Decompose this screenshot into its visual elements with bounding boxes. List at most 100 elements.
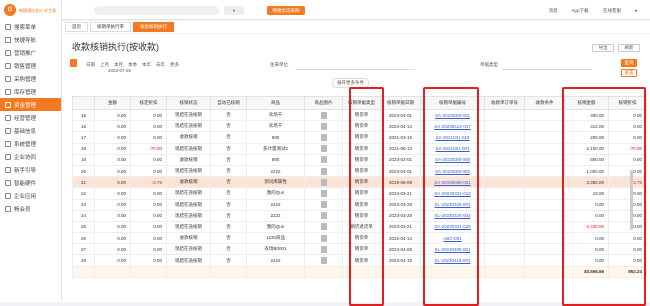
column-header[interactable]: 商品图片 xyxy=(304,96,343,110)
cell-img xyxy=(304,243,343,256)
cell-date: 2023-04-18 xyxy=(380,254,421,267)
cell-no: 27 xyxy=(72,243,95,256)
cell-status: 收款核销 xyxy=(166,131,211,144)
sidebar-item[interactable]: 销售管理 xyxy=(0,59,61,72)
cell-status: 收款核销 xyxy=(166,153,211,166)
sidebar-item[interactable]: 搜索菜单 xyxy=(0,20,61,33)
cell-img xyxy=(304,198,343,211)
message-link[interactable]: 消息 xyxy=(542,6,564,15)
cell-auto: 否 xyxy=(210,198,247,211)
cell-no: 24 xyxy=(72,209,95,222)
customer-input[interactable] xyxy=(295,69,415,70)
column-header[interactable]: 自动已核销 xyxy=(210,96,247,110)
product-thumbnail-icon[interactable] xyxy=(320,257,327,265)
cell-date: 2023-03-01 xyxy=(380,153,421,166)
cell-cond xyxy=(524,232,565,245)
cell-product: 1230商品 xyxy=(246,232,305,245)
cell-img xyxy=(304,254,343,267)
product-thumbnail-icon[interactable] xyxy=(320,145,327,153)
column-header[interactable]: 核定折扣 xyxy=(130,96,167,110)
sidebar-item[interactable]: 企业应用 xyxy=(0,189,61,202)
product-thumbnail-icon[interactable] xyxy=(320,122,327,130)
cell-date: 2021-03-19 xyxy=(380,131,421,144)
product-thumbnail-icon[interactable] xyxy=(320,201,327,209)
product-thumbnail-icon[interactable] xyxy=(320,156,327,164)
sidebar-item[interactable]: 智能硬件 xyxy=(0,176,61,189)
sidebar-item-label: 营销推广 xyxy=(14,50,37,57)
export-button[interactable]: 导出 xyxy=(592,44,614,52)
cell-img xyxy=(304,164,343,178)
cell-disc: 0.00 xyxy=(130,120,167,133)
product-thumbnail-icon[interactable] xyxy=(320,234,327,242)
column-header[interactable]: 收款条件 xyxy=(524,96,565,110)
product-thumbnail-icon[interactable] xyxy=(320,189,327,197)
tab-home[interactable]: 首页 xyxy=(65,22,88,32)
sidebar-item[interactable]: 资金管理 xyxy=(0,98,61,111)
cell-product: 农场B0001 xyxy=(246,243,305,256)
column-header[interactable]: 核销单据日期 xyxy=(380,96,421,110)
collapse-filter-icon[interactable]: › xyxy=(70,59,77,67)
column-header[interactable]: 商品 xyxy=(246,96,305,110)
sidebar-item-label: 智能硬件 xyxy=(14,180,37,187)
user-avatar-icon[interactable]: ● xyxy=(630,6,642,15)
tab-receipt-writeoff[interactable]: 收款核销执行 xyxy=(133,22,174,32)
cell-no: 26 xyxy=(72,232,95,245)
total-cell xyxy=(524,265,565,278)
cell-auto: 否 xyxy=(210,131,247,144)
cell-auto: 否 xyxy=(210,232,247,245)
cell-amount: 0.00 xyxy=(94,131,131,144)
total-cell xyxy=(72,265,95,278)
menu-icon xyxy=(5,192,11,199)
date-option[interactable]: 本年 xyxy=(142,62,151,68)
refresh-button[interactable]: 刷新 xyxy=(618,44,640,52)
product-thumbnail-icon[interactable] xyxy=(320,212,327,220)
cell-amount: 0.00 xyxy=(94,232,131,245)
cell-order xyxy=(484,142,525,155)
column-header[interactable]: 金额 xyxy=(94,96,131,110)
sidebar-item[interactable]: 新手引导 xyxy=(0,163,61,176)
sidebar-item[interactable]: 库存管理 xyxy=(0,85,61,98)
doc-type-label: 单据类型 xyxy=(480,62,498,67)
reset-button[interactable]: 重置 xyxy=(621,69,637,77)
cell-date: 2022-04-14 xyxy=(380,232,421,245)
user-switch-button[interactable]: ▾ xyxy=(224,6,244,15)
menu-icon xyxy=(5,153,11,160)
product-thumbnail-icon[interactable] xyxy=(320,223,327,231)
sidebar-item[interactable]: 经营管理 xyxy=(0,111,61,124)
date-value[interactable]: 2023-07-26 xyxy=(108,68,131,73)
cell-img xyxy=(304,209,343,222)
sidebar-item[interactable]: 畅会员 xyxy=(0,202,61,215)
product-thumbnail-icon[interactable] xyxy=(320,133,327,141)
doc-type-select[interactable] xyxy=(502,69,592,70)
sidebar-item[interactable]: 基础信息 xyxy=(0,124,61,137)
column-header[interactable]: 核销状态 xyxy=(166,96,211,110)
date-option[interactable]: 去年 xyxy=(156,62,165,68)
cell-auto: 否 xyxy=(210,120,247,133)
column-header[interactable]: 收款单订单号 xyxy=(484,96,525,110)
tab-writeoff-rate[interactable]: 核销单执行率 xyxy=(90,22,131,32)
sidebar-item[interactable]: 系统管理 xyxy=(0,137,61,150)
product-thumbnail-icon[interactable] xyxy=(320,111,327,119)
sidebar-item[interactable]: 采购管理 xyxy=(0,72,61,85)
customer-service-link[interactable]: 在线客服 xyxy=(598,6,626,15)
promo-button[interactable]: 畅捷优选采购 xyxy=(267,6,305,15)
cell-product: 农场干 xyxy=(246,108,305,122)
cell-amount: 0.00 xyxy=(94,198,131,211)
app-download-link[interactable]: App下载 xyxy=(567,6,593,15)
product-thumbnail-icon[interactable] xyxy=(320,167,327,175)
cell-img xyxy=(304,108,343,122)
sidebar-item[interactable]: 营销推广 xyxy=(0,46,61,59)
date-option[interactable]: 更多 xyxy=(170,62,179,68)
column-header[interactable] xyxy=(72,96,95,110)
cell-product: 测试库属性 xyxy=(246,176,305,189)
query-button[interactable]: 查询 xyxy=(621,59,637,67)
cell-status: 现结在途核销 xyxy=(166,209,211,222)
total-cell xyxy=(94,265,131,278)
cell-auto: 否 xyxy=(210,254,247,267)
table-scrollbar[interactable] xyxy=(630,170,633,230)
sidebar-item[interactable]: 企业协同 xyxy=(0,150,61,163)
product-thumbnail-icon[interactable] xyxy=(320,178,327,186)
global-search-input[interactable] xyxy=(94,6,219,15)
sidebar-item[interactable]: 快捷导航 xyxy=(0,33,61,46)
product-thumbnail-icon[interactable] xyxy=(320,245,327,253)
